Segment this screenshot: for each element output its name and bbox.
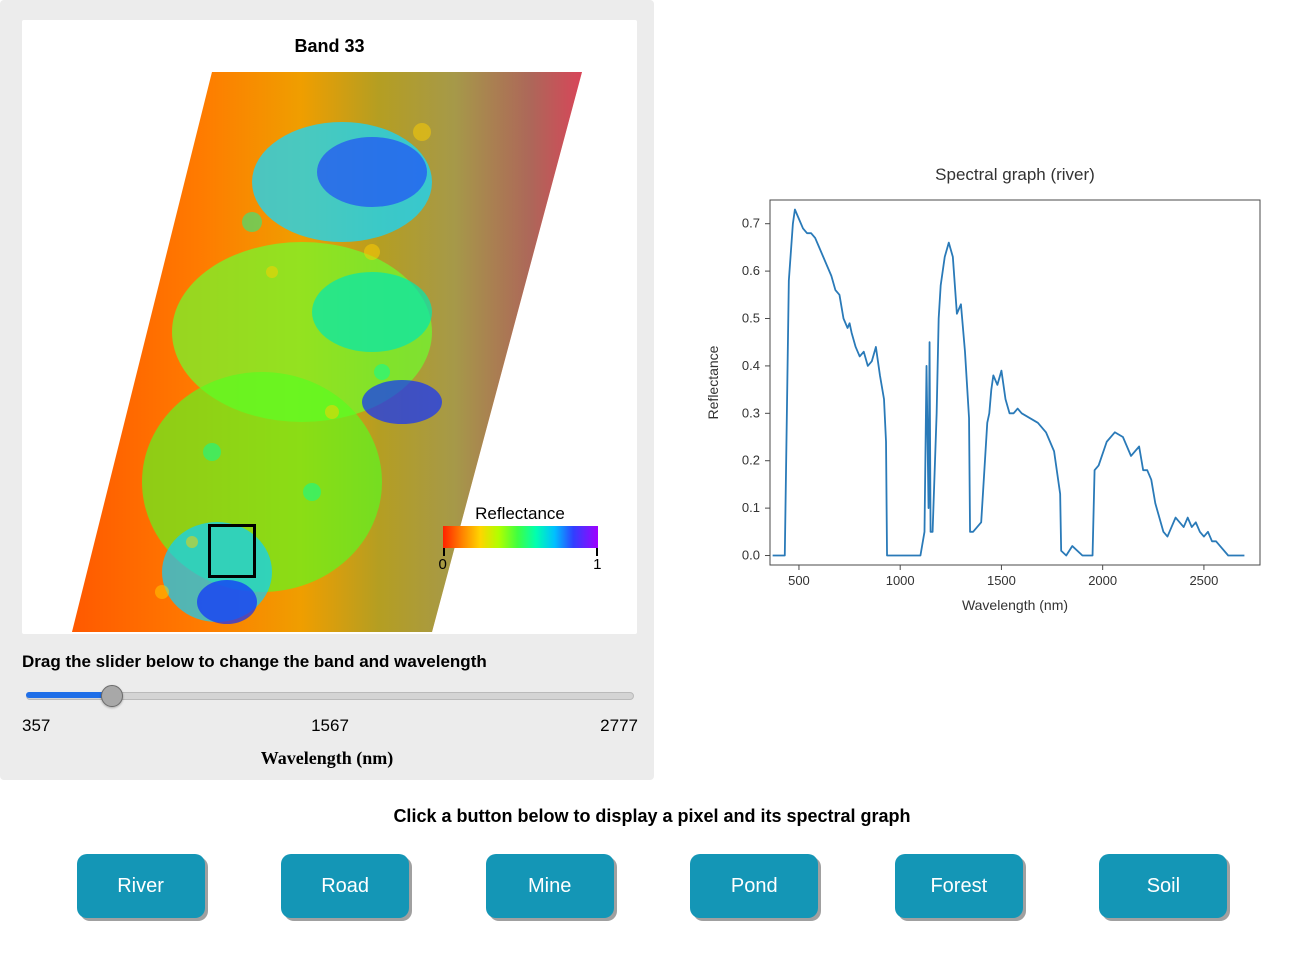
svg-text:0.2: 0.2: [742, 453, 760, 468]
svg-text:1500: 1500: [987, 573, 1016, 588]
svg-text:0.6: 0.6: [742, 263, 760, 278]
colorbar-max-label: 1: [593, 556, 601, 573]
colorbar: Reflectance 0 1: [430, 504, 610, 566]
svg-text:0.1: 0.1: [742, 500, 760, 515]
slider-mid-label: 1567: [311, 716, 349, 736]
road-button[interactable]: Road: [281, 854, 409, 918]
slider-handle-icon[interactable]: [101, 685, 123, 707]
svg-text:Reflectance: Reflectance: [705, 345, 721, 419]
pond-button[interactable]: Pond: [690, 854, 818, 918]
svg-text:500: 500: [788, 573, 810, 588]
spectral-chart: Spectral graph (river) 0.0 0.1 0.2 0.3 0.4 0.5…: [700, 160, 1280, 620]
svg-text:2500: 2500: [1189, 573, 1218, 588]
soil-button[interactable]: Soil: [1099, 854, 1227, 918]
band-image-viewer: Band 33: [22, 20, 637, 634]
slider-min-label: 357: [22, 716, 50, 736]
svg-text:0.5: 0.5: [742, 311, 760, 326]
svg-text:2000: 2000: [1088, 573, 1117, 588]
svg-text:0.0: 0.0: [742, 548, 760, 563]
svg-text:Spectral graph (river): Spectral graph (river): [935, 165, 1095, 184]
colorbar-title: Reflectance: [430, 504, 610, 524]
mine-button[interactable]: Mine: [486, 854, 614, 918]
forest-button[interactable]: Forest: [895, 854, 1023, 918]
svg-text:0.4: 0.4: [742, 358, 760, 373]
pixel-selection-box: [208, 524, 256, 578]
pixel-button-row: River Road Mine Pond Forest Soil: [0, 854, 1304, 918]
slider-instruction: Drag the slider below to change the band…: [22, 652, 487, 672]
buttons-instruction: Click a button below to display a pixel …: [0, 806, 1304, 827]
river-button[interactable]: River: [77, 854, 205, 918]
svg-text:0.7: 0.7: [742, 216, 760, 231]
slider-max-label: 2777: [600, 716, 638, 736]
colorbar-min-label: 0: [439, 556, 447, 573]
band-title: Band 33: [22, 36, 637, 57]
wavelength-slider[interactable]: [26, 686, 634, 704]
svg-text:0.3: 0.3: [742, 405, 760, 420]
colorbar-gradient-icon: [443, 526, 598, 548]
svg-text:1000: 1000: [886, 573, 915, 588]
band-panel: Band 33: [0, 0, 654, 780]
wavelength-axis-label: Wavelength (nm): [0, 748, 654, 769]
svg-text:Wavelength (nm): Wavelength (nm): [962, 597, 1068, 613]
